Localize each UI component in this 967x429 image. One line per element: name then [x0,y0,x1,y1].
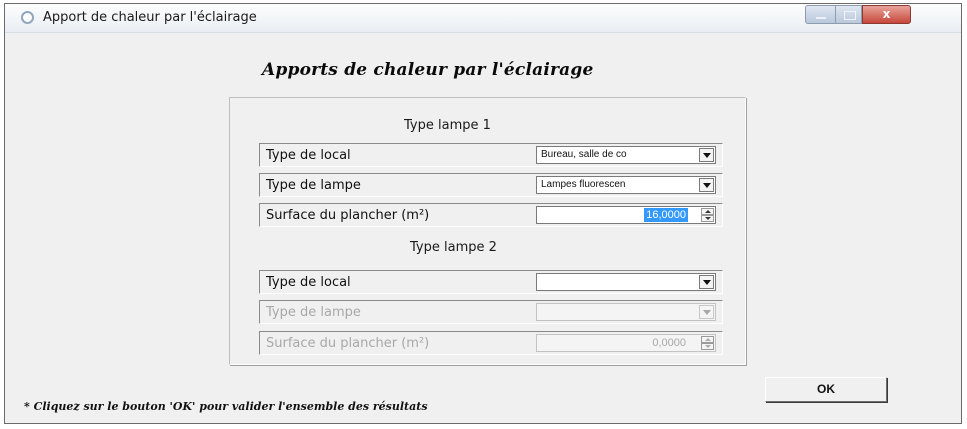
spinner-buttons [701,208,714,222]
group2-surface-stepper[interactable]: 0,0000 [536,334,716,352]
group1-surface-value[interactable]: 16,0000 [644,208,688,222]
app-icon [21,11,34,24]
chevron-down-icon[interactable] [699,178,714,192]
lamp-settings-panel [229,97,746,365]
group2-surface-value[interactable]: 0,0000 [650,336,688,350]
chevron-down-icon[interactable] [699,148,714,162]
group1-lampe-row: Type de lampe Lampes fluorescen [259,173,723,197]
spinner-buttons [701,336,714,350]
group1-local-label: Type de local [266,148,351,163]
group1-surface-label: Surface du plancher (m²) [266,208,430,223]
close-button[interactable]: x [862,5,911,24]
group1-title: Type lampe 1 [404,118,491,133]
spin-up-icon[interactable] [701,336,714,343]
group1-local-select[interactable]: Bureau, salle de co [536,146,716,164]
spin-down-icon[interactable] [701,343,714,350]
group2-lampe-label: Type de lampe [266,305,361,320]
group1-local-row: Type de local Bureau, salle de co [259,143,723,167]
group1-lampe-label: Type de lampe [266,178,361,193]
ok-button[interactable]: OK [765,377,887,402]
group2-title: Type lampe 2 [410,240,497,255]
group2-local-label: Type de local [266,275,351,290]
group1-lampe-value: Lampes fluorescen [541,179,626,190]
spin-up-icon[interactable] [701,208,714,215]
close-icon: x [882,7,891,21]
footnote: * Cliquez sur le bouton 'OK' pour valide… [24,400,428,413]
group1-lampe-select[interactable]: Lampes fluorescen [536,176,716,194]
page-title: Apports de chaleur par l'éclairage [262,60,594,80]
group1-surface-row: Surface du plancher (m²) 16,0000 [259,203,723,227]
spin-down-icon[interactable] [701,215,714,222]
group2-local-select[interactable] [536,273,716,291]
maximize-button[interactable] [835,5,862,24]
chevron-down-icon[interactable] [699,305,714,319]
group2-local-row: Type de local [259,270,723,294]
group2-surface-label: Surface du plancher (m²) [266,336,430,351]
window-title: Apport de chaleur par l'éclairage [43,10,257,25]
minimize-button[interactable] [805,5,835,24]
group1-surface-stepper[interactable]: 16,0000 [536,206,716,224]
group2-surface-row: Surface du plancher (m²) 0,0000 [259,331,723,355]
chevron-down-icon[interactable] [699,275,714,289]
group1-local-value: Bureau, salle de co [541,149,627,160]
group2-lampe-row: Type de lampe [259,300,723,324]
group2-lampe-select[interactable] [536,303,716,321]
title-bar[interactable]: Apport de chaleur par l'éclairage x [5,4,961,33]
